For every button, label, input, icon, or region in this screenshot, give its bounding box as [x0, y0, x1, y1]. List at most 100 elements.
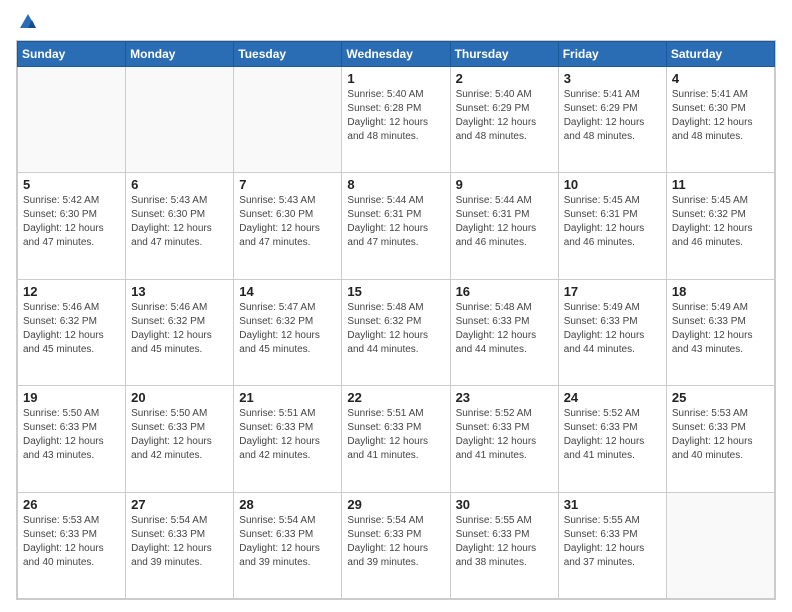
day-of-week-header: Saturday — [666, 42, 774, 67]
day-info: Sunrise: 5:51 AM Sunset: 6:33 PM Dayligh… — [239, 407, 336, 463]
calendar-day-cell: 25 Sunrise: 5:53 AM Sunset: 6:33 PM Dayli… — [666, 386, 774, 492]
calendar-week-row: 19 Sunrise: 5:50 AM Sunset: 6:33 PM Dayli… — [18, 386, 775, 492]
calendar-day-cell: 26 Sunrise: 5:53 AM Sunset: 6:33 PM Dayli… — [18, 492, 126, 598]
day-info: Sunrise: 5:53 AM Sunset: 6:33 PM Dayligh… — [23, 514, 120, 570]
calendar-day-cell: 15Sunrise: 5:48 AM Sunset: 6:32 PM Dayli… — [342, 279, 450, 385]
day-number: 25 — [672, 390, 769, 405]
day-info: Sunrise: 5:50 AM Sunset: 6:33 PM Dayligh… — [23, 407, 120, 463]
day-number: 21 — [239, 390, 336, 405]
day-of-week-header: Friday — [558, 42, 666, 67]
day-info: Sunrise: 5:54 AM Sunset: 6:33 PM Dayligh… — [239, 514, 336, 570]
day-number: 22 — [347, 390, 444, 405]
calendar-day-cell: 30 Sunrise: 5:55 AM Sunset: 6:33 PM Dayli… — [450, 492, 558, 598]
calendar-day-cell — [18, 67, 126, 173]
day-info: Sunrise: 5:41 AM Sunset: 6:29 PM Dayligh… — [564, 88, 661, 144]
day-number: 4 — [672, 71, 769, 86]
calendar-header: SundayMondayTuesdayWednesdayThursdayFrid… — [18, 42, 775, 67]
day-info: Sunrise: 5:51 AM Sunset: 6:33 PM Dayligh… — [347, 407, 444, 463]
calendar-day-cell: 10 Sunrise: 5:45 AM Sunset: 6:31 PM Dayli… — [558, 173, 666, 279]
calendar-day-cell: 17 Sunrise: 5:49 AM Sunset: 6:33 PM Dayli… — [558, 279, 666, 385]
calendar-day-cell: 29Sunrise: 5:54 AM Sunset: 6:33 PM Dayli… — [342, 492, 450, 598]
day-info: Sunrise: 5:47 AM Sunset: 6:32 PM Dayligh… — [239, 301, 336, 357]
calendar-day-cell: 11 Sunrise: 5:45 AM Sunset: 6:32 PM Dayli… — [666, 173, 774, 279]
logo — [16, 12, 38, 32]
header — [16, 12, 776, 32]
page: SundayMondayTuesdayWednesdayThursdayFrid… — [0, 0, 792, 612]
day-info: Sunrise: 5:40 AM Sunset: 6:28 PM Dayligh… — [347, 88, 444, 144]
day-number: 20 — [131, 390, 228, 405]
logo-icon — [18, 12, 38, 32]
calendar-day-cell: 1 Sunrise: 5:40 AM Sunset: 6:28 PM Daylig… — [342, 67, 450, 173]
day-number: 19 — [23, 390, 120, 405]
day-info: Sunrise: 5:46 AM Sunset: 6:32 PM Dayligh… — [131, 301, 228, 357]
calendar-day-cell: 31 Sunrise: 5:55 AM Sunset: 6:33 PM Dayli… — [558, 492, 666, 598]
day-number: 2 — [456, 71, 553, 86]
calendar-day-cell: 24 Sunrise: 5:52 AM Sunset: 6:33 PM Dayli… — [558, 386, 666, 492]
day-number: 26 — [23, 497, 120, 512]
calendar-day-cell: 23 Sunrise: 5:52 AM Sunset: 6:33 PM Dayli… — [450, 386, 558, 492]
calendar-day-cell: 2 Sunrise: 5:40 AM Sunset: 6:29 PM Daylig… — [450, 67, 558, 173]
day-of-week-header: Wednesday — [342, 42, 450, 67]
day-number: 18 — [672, 284, 769, 299]
day-number: 30 — [456, 497, 553, 512]
day-info: Sunrise: 5:45 AM Sunset: 6:31 PM Dayligh… — [564, 194, 661, 250]
calendar-week-row: 5Sunrise: 5:42 AM Sunset: 6:30 PM Daylig… — [18, 173, 775, 279]
day-number: 23 — [456, 390, 553, 405]
day-info: Sunrise: 5:43 AM Sunset: 6:30 PM Dayligh… — [239, 194, 336, 250]
day-info: Sunrise: 5:45 AM Sunset: 6:32 PM Dayligh… — [672, 194, 769, 250]
day-number: 28 — [239, 497, 336, 512]
calendar-day-cell: 4 Sunrise: 5:41 AM Sunset: 6:30 PM Daylig… — [666, 67, 774, 173]
day-info: Sunrise: 5:54 AM Sunset: 6:33 PM Dayligh… — [131, 514, 228, 570]
day-number: 6 — [131, 177, 228, 192]
calendar-week-row: 12Sunrise: 5:46 AM Sunset: 6:32 PM Dayli… — [18, 279, 775, 385]
day-number: 24 — [564, 390, 661, 405]
calendar-day-cell — [234, 67, 342, 173]
calendar: SundayMondayTuesdayWednesdayThursdayFrid… — [16, 40, 776, 600]
day-info: Sunrise: 5:55 AM Sunset: 6:33 PM Dayligh… — [456, 514, 553, 570]
day-number: 1 — [347, 71, 444, 86]
calendar-day-cell: 19 Sunrise: 5:50 AM Sunset: 6:33 PM Dayli… — [18, 386, 126, 492]
calendar-day-cell: 27 Sunrise: 5:54 AM Sunset: 6:33 PM Dayli… — [126, 492, 234, 598]
day-info: Sunrise: 5:53 AM Sunset: 6:33 PM Dayligh… — [672, 407, 769, 463]
day-info: Sunrise: 5:44 AM Sunset: 6:31 PM Dayligh… — [456, 194, 553, 250]
calendar-week-row: 1 Sunrise: 5:40 AM Sunset: 6:28 PM Daylig… — [18, 67, 775, 173]
calendar-day-cell: 20Sunrise: 5:50 AM Sunset: 6:33 PM Dayli… — [126, 386, 234, 492]
day-of-week-header: Thursday — [450, 42, 558, 67]
day-info: Sunrise: 5:44 AM Sunset: 6:31 PM Dayligh… — [347, 194, 444, 250]
calendar-day-cell: 22 Sunrise: 5:51 AM Sunset: 6:33 PM Dayli… — [342, 386, 450, 492]
day-of-week-header: Sunday — [18, 42, 126, 67]
day-info: Sunrise: 5:49 AM Sunset: 6:33 PM Dayligh… — [564, 301, 661, 357]
day-info: Sunrise: 5:49 AM Sunset: 6:33 PM Dayligh… — [672, 301, 769, 357]
calendar-day-cell: 9 Sunrise: 5:44 AM Sunset: 6:31 PM Daylig… — [450, 173, 558, 279]
calendar-day-cell: 12Sunrise: 5:46 AM Sunset: 6:32 PM Dayli… — [18, 279, 126, 385]
day-number: 8 — [347, 177, 444, 192]
calendar-day-cell: 6 Sunrise: 5:43 AM Sunset: 6:30 PM Daylig… — [126, 173, 234, 279]
day-number: 31 — [564, 497, 661, 512]
calendar-day-cell: 5Sunrise: 5:42 AM Sunset: 6:30 PM Daylig… — [18, 173, 126, 279]
day-info: Sunrise: 5:52 AM Sunset: 6:33 PM Dayligh… — [564, 407, 661, 463]
calendar-day-cell: 21 Sunrise: 5:51 AM Sunset: 6:33 PM Dayli… — [234, 386, 342, 492]
day-number: 7 — [239, 177, 336, 192]
calendar-day-cell: 18 Sunrise: 5:49 AM Sunset: 6:33 PM Dayli… — [666, 279, 774, 385]
calendar-week-row: 26 Sunrise: 5:53 AM Sunset: 6:33 PM Dayli… — [18, 492, 775, 598]
day-info: Sunrise: 5:40 AM Sunset: 6:29 PM Dayligh… — [456, 88, 553, 144]
day-number: 16 — [456, 284, 553, 299]
day-number: 17 — [564, 284, 661, 299]
day-number: 9 — [456, 177, 553, 192]
day-number: 11 — [672, 177, 769, 192]
day-info: Sunrise: 5:48 AM Sunset: 6:32 PM Dayligh… — [347, 301, 444, 357]
day-number: 29 — [347, 497, 444, 512]
day-number: 27 — [131, 497, 228, 512]
day-info: Sunrise: 5:41 AM Sunset: 6:30 PM Dayligh… — [672, 88, 769, 144]
calendar-day-cell: 14 Sunrise: 5:47 AM Sunset: 6:32 PM Dayli… — [234, 279, 342, 385]
day-info: Sunrise: 5:43 AM Sunset: 6:30 PM Dayligh… — [131, 194, 228, 250]
day-info: Sunrise: 5:46 AM Sunset: 6:32 PM Dayligh… — [23, 301, 120, 357]
day-number: 5 — [23, 177, 120, 192]
calendar-day-cell: 16Sunrise: 5:48 AM Sunset: 6:33 PM Dayli… — [450, 279, 558, 385]
day-info: Sunrise: 5:52 AM Sunset: 6:33 PM Dayligh… — [456, 407, 553, 463]
calendar-day-cell — [126, 67, 234, 173]
day-number: 10 — [564, 177, 661, 192]
day-info: Sunrise: 5:55 AM Sunset: 6:33 PM Dayligh… — [564, 514, 661, 570]
day-number: 14 — [239, 284, 336, 299]
day-of-week-header: Monday — [126, 42, 234, 67]
